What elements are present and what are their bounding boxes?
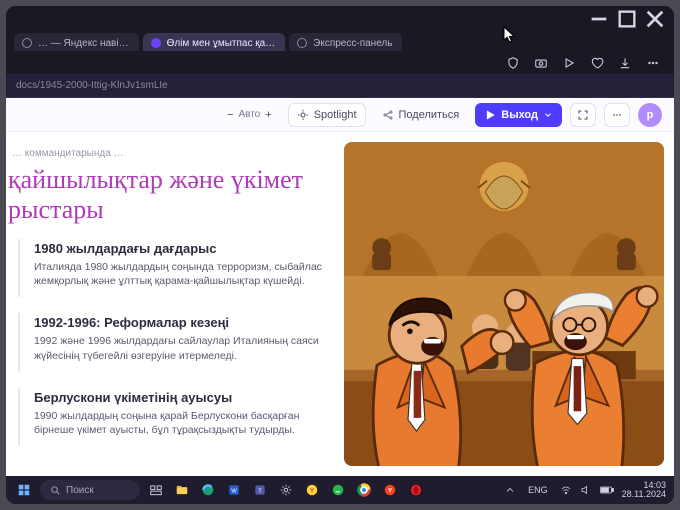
share-button[interactable]: Поделиться bbox=[374, 103, 468, 127]
opera-icon[interactable] bbox=[406, 480, 426, 500]
taskview-icon[interactable] bbox=[146, 480, 166, 500]
browser-tab[interactable]: … — Яндекс наві… bbox=[14, 33, 139, 51]
yandex-browser-icon[interactable]: Y bbox=[380, 480, 400, 500]
content-section: 1992-1996: Реформалар кезеңі 1992 және 1… bbox=[18, 313, 330, 371]
tab-favicon bbox=[151, 38, 161, 48]
tab-label: … — Яндекс наві… bbox=[38, 38, 129, 49]
spotlight-icon bbox=[297, 109, 309, 121]
maximize-icon[interactable] bbox=[616, 8, 638, 30]
wifi-icon[interactable] bbox=[560, 484, 572, 496]
minimize-icon[interactable] bbox=[588, 8, 610, 30]
chrome-icon[interactable] bbox=[354, 480, 374, 500]
search-icon bbox=[50, 485, 61, 496]
page-title: қайшылықтар және үкімет рыстары bbox=[6, 165, 330, 225]
address-path: docs/1945-2000-Ittig-KlnJv1smLIe bbox=[16, 80, 168, 91]
section-body: 1990 жылдардың соңына қарай Берлускони б… bbox=[34, 409, 330, 438]
app-toolbar: − Авто + Spotlight Поделиться Выход bbox=[6, 98, 674, 132]
clock-date: 28.11.2024 bbox=[622, 490, 666, 499]
edge-icon[interactable] bbox=[198, 480, 218, 500]
section-heading: 1992-1996: Реформалар кезеңі bbox=[34, 315, 330, 330]
zoom-in-icon[interactable]: + bbox=[265, 109, 271, 121]
tab-label: Экспресс-панель bbox=[313, 38, 392, 49]
zoom-control[interactable]: − Авто + bbox=[219, 103, 280, 127]
language-indicator[interactable]: ENG bbox=[524, 483, 552, 497]
ellipsis-icon[interactable] bbox=[644, 54, 662, 72]
volume-icon[interactable] bbox=[580, 484, 592, 496]
section-heading: 1980 жылдардағы дағдарыс bbox=[34, 241, 330, 256]
close-icon[interactable] bbox=[644, 8, 666, 30]
svg-text:Y: Y bbox=[388, 487, 393, 494]
browser-action-row bbox=[6, 52, 674, 74]
more-button[interactable] bbox=[604, 103, 630, 127]
zoom-out-icon[interactable]: − bbox=[227, 109, 233, 121]
play-fill-icon bbox=[484, 109, 496, 121]
camera-icon[interactable] bbox=[532, 54, 550, 72]
section-heading: Берлускони үкіметінің ауысуы bbox=[34, 390, 330, 405]
taskbar-search[interactable]: Поиск bbox=[40, 480, 140, 500]
settings-icon[interactable] bbox=[276, 480, 296, 500]
play-icon[interactable] bbox=[560, 54, 578, 72]
svg-text:Y: Y bbox=[310, 487, 315, 494]
expand-icon bbox=[577, 109, 589, 121]
globe-icon bbox=[22, 38, 32, 48]
explorer-icon[interactable] bbox=[172, 480, 192, 500]
spotlight-button[interactable]: Spotlight bbox=[288, 103, 366, 127]
taskbar-clock[interactable]: 14:03 28.11.2024 bbox=[622, 481, 666, 500]
share-icon bbox=[382, 109, 394, 121]
tab-label: Өлім мен ұмытпас қа… bbox=[167, 38, 276, 49]
svg-text:W: W bbox=[231, 488, 237, 494]
download-icon[interactable] bbox=[616, 54, 634, 72]
search-placeholder: Поиск bbox=[66, 485, 94, 496]
chevron-up-icon[interactable] bbox=[504, 484, 516, 496]
spotlight-label: Spotlight bbox=[314, 109, 357, 121]
start-button[interactable] bbox=[14, 480, 34, 500]
word-icon[interactable]: W bbox=[224, 480, 244, 500]
avatar-initial: p bbox=[647, 109, 654, 121]
section-body: 1992 және 1996 жылдардағы сайлаулар Итал… bbox=[34, 334, 330, 363]
svg-text:T: T bbox=[258, 488, 262, 494]
browser-tab-active[interactable]: Өлім мен ұмытпас қа… bbox=[143, 33, 286, 51]
browser-tab[interactable]: Экспресс-панель bbox=[289, 33, 402, 51]
slide-illustration bbox=[344, 142, 664, 466]
exit-button[interactable]: Выход bbox=[475, 103, 562, 127]
expand-button[interactable] bbox=[570, 103, 596, 127]
whatsapp-icon[interactable] bbox=[328, 480, 348, 500]
chevron-down-icon bbox=[543, 110, 553, 120]
content-section: Берлускони үкіметінің ауысуы 1990 жылдар… bbox=[18, 388, 330, 446]
globe-icon bbox=[297, 38, 307, 48]
ellipsis-icon bbox=[611, 109, 623, 121]
teams-icon[interactable]: T bbox=[250, 480, 270, 500]
zoom-level: Авто bbox=[238, 109, 260, 120]
exit-label: Выход bbox=[501, 109, 538, 121]
battery-icon[interactable] bbox=[600, 485, 614, 495]
taskbar: Поиск W T Y Y ENG 14:03 28.11.2024 bbox=[6, 476, 674, 504]
share-label: Поделиться bbox=[399, 109, 460, 121]
breadcrumb: … коммандитарында … bbox=[12, 148, 330, 159]
shield-icon[interactable] bbox=[504, 54, 522, 72]
section-body: Италияда 1980 жылдардың соңында террориз… bbox=[34, 260, 330, 289]
heart-icon[interactable] bbox=[588, 54, 606, 72]
avatar[interactable]: p bbox=[638, 103, 662, 127]
yandex-icon[interactable]: Y bbox=[302, 480, 322, 500]
content-section: 1980 жылдардағы дағдарыс Италияда 1980 ж… bbox=[18, 239, 330, 297]
browser-tabstrip: … — Яндекс наві… Өлім мен ұмытпас қа… Эк… bbox=[6, 32, 674, 52]
